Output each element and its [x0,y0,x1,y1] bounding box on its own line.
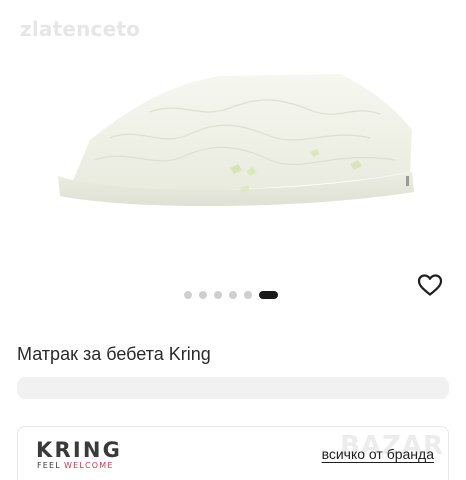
heart-outline-icon [417,274,443,296]
product-title: Матрак за бебета Kring [17,344,211,364]
pagination-dot[interactable] [214,291,222,299]
pagination-dot[interactable] [199,291,207,299]
brand-slogan-part2: WELCOME [63,461,114,470]
pagination-dot[interactable] [229,291,237,299]
brand-name: KRING [36,438,123,462]
pagination-dot[interactable] [184,291,192,299]
brand-slogan-part1: FEEL [37,461,61,470]
favorite-button[interactable] [416,271,444,299]
product-gallery[interactable]: zlatenceto [0,0,466,318]
brand-logo[interactable]: KRING FEEL WELCOME [36,439,146,475]
product-page: zlatenceto Матрак за бебета Kring KRING … [0,0,466,480]
pagination-dot[interactable] [244,291,252,299]
pagination-dot-active[interactable] [259,291,278,299]
brand-slogan: FEEL WELCOME [37,461,114,471]
product-image[interactable] [50,68,417,210]
gallery-pagination[interactable] [184,291,278,299]
brand-card[interactable]: KRING FEEL WELCOME BAZAR всичко от бранда [17,426,449,480]
watermark-text: zlatenceto [20,17,141,41]
mattress-illustration [58,74,414,207]
price-placeholder [17,377,449,399]
all-from-brand-link[interactable]: всичко от бранда [322,446,434,462]
